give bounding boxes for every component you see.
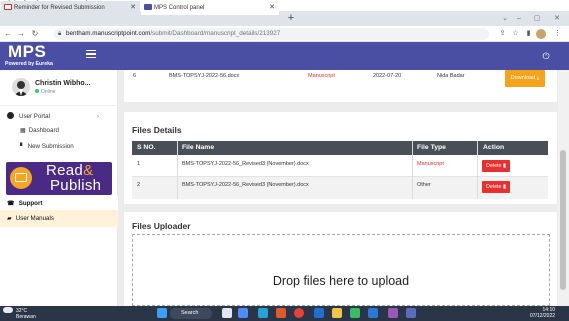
task-view-icon[interactable] xyxy=(222,308,232,318)
cell-sno: 1 xyxy=(137,161,141,167)
row-sno: 6 xyxy=(133,73,137,79)
cell-file-type: Other xyxy=(417,182,431,188)
cell-file-name[interactable]: BMS-TOPSYJ-2022-56_Revised3 (November).d… xyxy=(182,181,309,189)
sidebar-item-new-submission[interactable]: ▘ New Submission xyxy=(20,142,74,152)
cell-file-type: Manuscript xyxy=(417,161,444,167)
share-icon[interactable]: ⇪ xyxy=(497,28,508,40)
cell-sno: 2 xyxy=(137,182,141,188)
office-icon[interactable] xyxy=(276,308,286,318)
browser-tab-gmail[interactable]: Reminder for Revised Submission ✕ xyxy=(1,1,140,15)
chevron-right-icon[interactable]: › xyxy=(97,112,99,121)
url-host: bentham.manuscriptpoint.com xyxy=(66,30,151,37)
column-divider xyxy=(412,141,413,199)
window-close-icon[interactable]: ✕ xyxy=(550,11,564,26)
file-dropzone[interactable] xyxy=(132,234,550,306)
support-link[interactable]: ☎ Support xyxy=(7,199,42,208)
trash-icon: ▮ xyxy=(502,184,506,190)
header-file-type: File Type xyxy=(417,144,446,151)
user-status: Online xyxy=(35,89,55,95)
brand-subtitle: Powered by Eureka xyxy=(5,61,53,67)
files-uploader-title: Files Uploader xyxy=(132,221,191,231)
app-icon[interactable] xyxy=(406,308,416,318)
tab-label: MPS Control panel xyxy=(154,5,205,11)
tab-label: Reminder for Revised Submission xyxy=(14,5,105,11)
app-icon[interactable] xyxy=(388,308,398,318)
sidebar-item-dashboard[interactable]: ▦ Dashboard xyxy=(20,126,59,136)
user-manuals-link[interactable]: ▰ User Manuals xyxy=(7,214,54,223)
windows-start-icon[interactable] xyxy=(157,308,167,318)
row-uploader: Nida Badar xyxy=(437,73,465,79)
sidebar-item-user-portal[interactable]: User Portal xyxy=(7,112,50,121)
row-file-type: Manuscript xyxy=(308,73,335,79)
files-details-title: Files Details xyxy=(132,125,182,135)
header-action: Action xyxy=(483,144,505,151)
online-dot-icon xyxy=(35,89,39,93)
delete-button[interactable]: Delete ▮ xyxy=(482,181,510,193)
download-button[interactable]: Download ⤓ xyxy=(505,70,545,87)
app-top-bar xyxy=(118,42,569,70)
maximize-icon[interactable]: ▢ xyxy=(530,11,544,26)
row-file-name[interactable]: BMS-TOPSYJ-2022-56.docx xyxy=(169,72,239,80)
browser-menu-icon[interactable]: ⋮ xyxy=(552,28,563,40)
taskbar-clock[interactable]: 14:10 07/12/2022 xyxy=(530,307,555,319)
cloud-icon xyxy=(3,307,13,313)
bookmark-star-icon[interactable]: ☆ xyxy=(510,28,521,40)
column-divider xyxy=(477,141,478,199)
close-tab-icon[interactable]: ✕ xyxy=(269,1,275,15)
header-sno: S NO. xyxy=(137,144,156,151)
dashboard-icon: ▦ xyxy=(20,128,26,134)
file-icon: ▘ xyxy=(20,144,25,150)
trash-icon: ▮ xyxy=(502,163,506,169)
headset-icon: ☎ xyxy=(7,200,15,207)
row-date: 2022-07-20 xyxy=(373,73,402,79)
user-name: Christin Wibho... xyxy=(35,80,91,87)
back-icon[interactable]: ← xyxy=(2,26,14,42)
hamburger-menu-icon[interactable] xyxy=(86,50,96,59)
download-icon: ⤓ xyxy=(536,75,540,81)
cell-file-name[interactable]: BMS-TOPSYJ-2022-56_Revised3 (November).d… xyxy=(182,160,309,168)
read-label: Read& xyxy=(46,162,94,179)
power-logout-icon[interactable]: ⏻ xyxy=(540,50,552,62)
minimize-icon[interactable]: – xyxy=(512,11,526,26)
edge-browser-icon[interactable] xyxy=(258,308,268,318)
book-icon xyxy=(15,173,27,182)
folder-icon[interactable] xyxy=(332,308,342,318)
close-tab-icon[interactable]: ✕ xyxy=(130,1,136,15)
sidebar-panel-icon[interactable]: ▮ xyxy=(523,28,534,40)
taskbar-search[interactable]: Search xyxy=(170,308,212,319)
scrollbar-thumb[interactable] xyxy=(560,150,566,290)
read-and-publish-banner[interactable]: Read& Publish xyxy=(6,162,112,195)
header-file-name: File Name xyxy=(182,144,215,151)
lock-icon: 🔒︎ xyxy=(58,31,62,37)
forward-icon[interactable]: → xyxy=(15,26,27,42)
mail-icon[interactable] xyxy=(368,308,378,318)
browser-tab-mps[interactable]: MPS Control panel ✕ xyxy=(141,1,279,15)
url-field[interactable]: 🔒︎ bentham.manuscriptpoint.com/submit/Das… xyxy=(54,28,489,40)
tab-search-icon[interactable]: ⌄ xyxy=(498,11,512,26)
column-divider xyxy=(177,141,178,199)
video-call-icon[interactable] xyxy=(238,308,248,318)
mps-icon xyxy=(144,4,152,10)
whatsapp-icon[interactable] xyxy=(350,308,360,318)
brand-logo[interactable]: MPS Powered by Eureka xyxy=(0,42,118,70)
chrome-icon[interactable] xyxy=(294,308,304,318)
publish-label: Publish xyxy=(50,177,102,194)
profile-avatar-icon[interactable] xyxy=(536,29,546,39)
url-path: /submit/Dashboard/manuscript_details/213… xyxy=(150,30,281,37)
user-circle-icon xyxy=(7,112,14,119)
gmail-icon xyxy=(4,4,12,10)
brand-name: MPS xyxy=(8,42,47,61)
weather-widget[interactable]: 32°C Berawan xyxy=(3,307,36,320)
reload-icon[interactable]: ↻ xyxy=(29,26,41,42)
user-avatar xyxy=(12,78,30,96)
dropzone-text: Drop files here to upload xyxy=(272,274,410,288)
book-icon: ▰ xyxy=(7,215,12,222)
file-explorer-icon[interactable] xyxy=(314,308,324,318)
delete-button[interactable]: Delete ▮ xyxy=(482,160,510,172)
new-tab-button[interactable]: + xyxy=(284,11,298,26)
